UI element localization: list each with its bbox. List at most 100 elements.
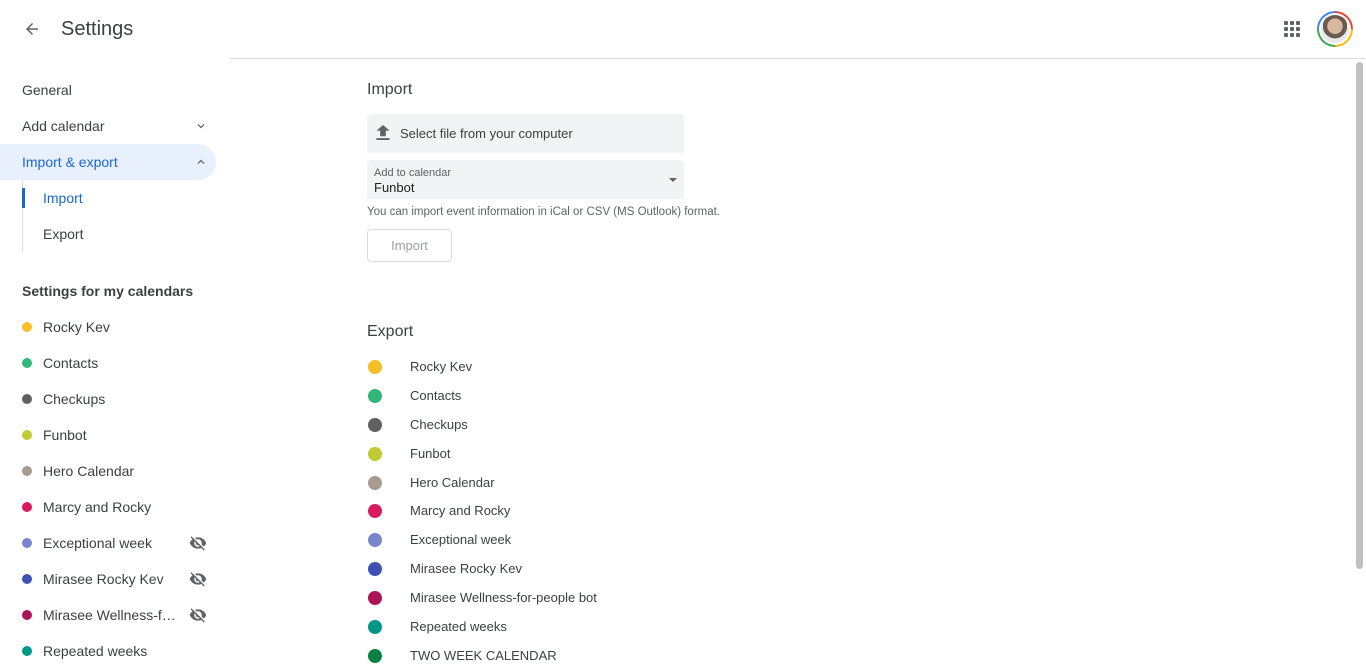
export-calendar-name: Repeated weeks bbox=[410, 619, 507, 635]
export-calendar-name: Mirasee Rocky Kev bbox=[410, 561, 522, 577]
sidebar-calendar-item[interactable]: Hero Calendar bbox=[0, 453, 216, 489]
visibility-off-icon[interactable] bbox=[189, 606, 207, 624]
chevron-up-icon bbox=[197, 159, 205, 164]
import-button[interactable]: Import bbox=[367, 229, 452, 262]
calendar-name: Funbot bbox=[43, 427, 87, 443]
add-to-calendar-select[interactable]: Add to calendar Funbot bbox=[367, 160, 684, 199]
calendar-name: Mirasee Rocky Kev bbox=[43, 571, 164, 587]
export-calendar-name: Checkups bbox=[410, 416, 468, 432]
import-export-submenu: Import Export bbox=[22, 180, 230, 252]
page-scrollbar[interactable] bbox=[1352, 59, 1366, 665]
export-calendar-list: Rocky Kev Contacts Checkups Funbot Hero Cale… bbox=[367, 352, 767, 665]
calendar-color-dot bbox=[368, 504, 382, 519]
calendar-color-dot bbox=[368, 360, 382, 374]
account-avatar[interactable] bbox=[1317, 11, 1353, 47]
calendar-name: Marcy and Rocky bbox=[43, 499, 152, 515]
calendar-name: Rocky Kev bbox=[43, 319, 110, 335]
sidebar-item-add-calendar[interactable]: Add calendar bbox=[0, 108, 216, 144]
export-calendar-item[interactable]: Marcy and Rocky bbox=[367, 496, 767, 525]
select-file-label: Select file from your computer bbox=[400, 126, 573, 141]
visibility-off-icon[interactable] bbox=[189, 570, 207, 588]
calendar-color-dot bbox=[22, 394, 32, 404]
export-calendar-item[interactable]: Mirasee Rocky Kev bbox=[367, 554, 767, 583]
select-value: Funbot bbox=[374, 180, 415, 195]
back-button[interactable] bbox=[14, 11, 50, 47]
calendar-color-dot bbox=[22, 538, 32, 548]
calendar-color-dot bbox=[368, 533, 382, 548]
export-calendar-name: Mirasee Wellness-for-people bot bbox=[410, 590, 597, 606]
calendar-color-dot bbox=[368, 648, 382, 663]
calendar-color-dot bbox=[22, 322, 32, 332]
export-calendar-name: Contacts bbox=[410, 387, 462, 403]
apps-grid-icon bbox=[1284, 21, 1300, 37]
calendar-color-dot bbox=[368, 446, 382, 461]
sidebar-calendar-item[interactable]: Contacts bbox=[0, 345, 216, 381]
export-calendar-item[interactable]: Rocky Kev bbox=[367, 352, 767, 381]
app-header: Settings bbox=[0, 0, 1366, 58]
calendar-color-dot bbox=[368, 591, 382, 606]
chevron-down-icon bbox=[197, 124, 205, 129]
export-calendar-item[interactable]: Mirasee Wellness-for-people bot bbox=[367, 583, 767, 612]
scrollbar-thumb[interactable] bbox=[1356, 62, 1363, 569]
arrow-back-icon bbox=[26, 23, 38, 35]
calendar-color-dot bbox=[22, 358, 32, 368]
calendar-color-dot bbox=[368, 475, 382, 490]
sidebar-item-label: General bbox=[22, 82, 72, 98]
import-heading: Import bbox=[367, 81, 413, 98]
sidebar-item-general[interactable]: General bbox=[0, 72, 216, 108]
export-calendar-item[interactable]: Checkups bbox=[367, 410, 767, 439]
export-calendar-item[interactable]: Contacts bbox=[367, 381, 767, 410]
calendar-name: Hero Calendar bbox=[43, 463, 135, 479]
apps-button[interactable] bbox=[1274, 11, 1310, 47]
export-calendar-name: Exceptional week bbox=[410, 532, 512, 548]
calendar-name: Contacts bbox=[43, 355, 99, 371]
sidebar-item-label: Import & export bbox=[22, 154, 118, 170]
calendar-color-dot bbox=[22, 430, 32, 440]
sidebar-calendar-item[interactable]: Marcy and Rocky bbox=[0, 489, 216, 525]
sidebar-subitem-export[interactable]: Export bbox=[23, 216, 230, 252]
calendar-color-dot bbox=[368, 417, 382, 432]
export-calendar-name: Marcy and Rocky bbox=[410, 503, 511, 519]
sidebar-calendar-item[interactable]: Mirasee Rocky Kev bbox=[0, 561, 216, 597]
sidebar-calendar-item[interactable]: Checkups bbox=[0, 381, 216, 417]
export-calendar-item[interactable]: TWO WEEK CALENDAR bbox=[367, 641, 767, 665]
page-title: Settings bbox=[61, 18, 134, 40]
dropdown-arrow-icon bbox=[669, 178, 677, 182]
calendar-color-dot bbox=[368, 562, 382, 577]
sidebar-item-import-export[interactable]: Import & export bbox=[0, 144, 216, 180]
export-calendar-item[interactable]: Hero Calendar bbox=[367, 468, 767, 497]
calendar-name: Mirasee Wellness-for-people bot bbox=[43, 607, 183, 623]
sidebar-calendar-item[interactable]: Funbot bbox=[0, 417, 216, 453]
export-calendar-name: Funbot bbox=[410, 445, 451, 461]
avatar-photo bbox=[1321, 15, 1349, 43]
upload-icon bbox=[376, 125, 390, 141]
export-calendar-name: Rocky Kev bbox=[410, 359, 473, 374]
export-calendar-item[interactable]: Repeated weeks bbox=[367, 612, 767, 641]
my-calendars-heading: Settings for my calendars bbox=[22, 283, 194, 299]
export-calendar-name: Hero Calendar bbox=[410, 474, 495, 490]
my-calendars-list: Rocky Kev Contacts Checkups Funbot Hero Cale… bbox=[0, 309, 230, 665]
export-calendar-name: TWO WEEK CALENDAR bbox=[410, 647, 557, 663]
sidebar-calendar-item[interactable]: Mirasee Wellness-for-people bot bbox=[0, 597, 216, 633]
visibility-off-icon[interactable] bbox=[189, 534, 207, 552]
export-heading: Export bbox=[367, 323, 414, 340]
export-calendar-item[interactable]: Funbot bbox=[367, 439, 767, 468]
import-help-text: You can import event information in iCal… bbox=[367, 206, 721, 218]
sidebar-item-label: Add calendar bbox=[22, 118, 105, 134]
calendar-color-dot bbox=[22, 502, 32, 512]
calendar-color-dot bbox=[22, 466, 32, 476]
header-divider bbox=[230, 58, 1366, 59]
calendar-color-dot bbox=[22, 610, 32, 620]
calendar-name: Exceptional week bbox=[43, 535, 152, 551]
sidebar-calendar-item[interactable]: Exceptional week bbox=[0, 525, 216, 561]
select-file-button[interactable]: Select file from your computer bbox=[367, 114, 684, 153]
export-calendar-item[interactable]: Exceptional week bbox=[367, 525, 767, 554]
calendar-color-dot bbox=[368, 620, 382, 635]
select-label: Add to calendar bbox=[374, 167, 452, 179]
calendar-color-dot bbox=[22, 574, 32, 584]
sidebar-calendar-item[interactable]: Rocky Kev bbox=[0, 309, 216, 345]
calendar-name: Checkups bbox=[43, 391, 106, 407]
sidebar-calendar-item[interactable]: Repeated weeks bbox=[0, 633, 216, 665]
sidebar-subitem-import[interactable]: Import bbox=[22, 180, 230, 216]
settings-sidebar: General Add calendar Import & export Imp… bbox=[0, 72, 230, 665]
